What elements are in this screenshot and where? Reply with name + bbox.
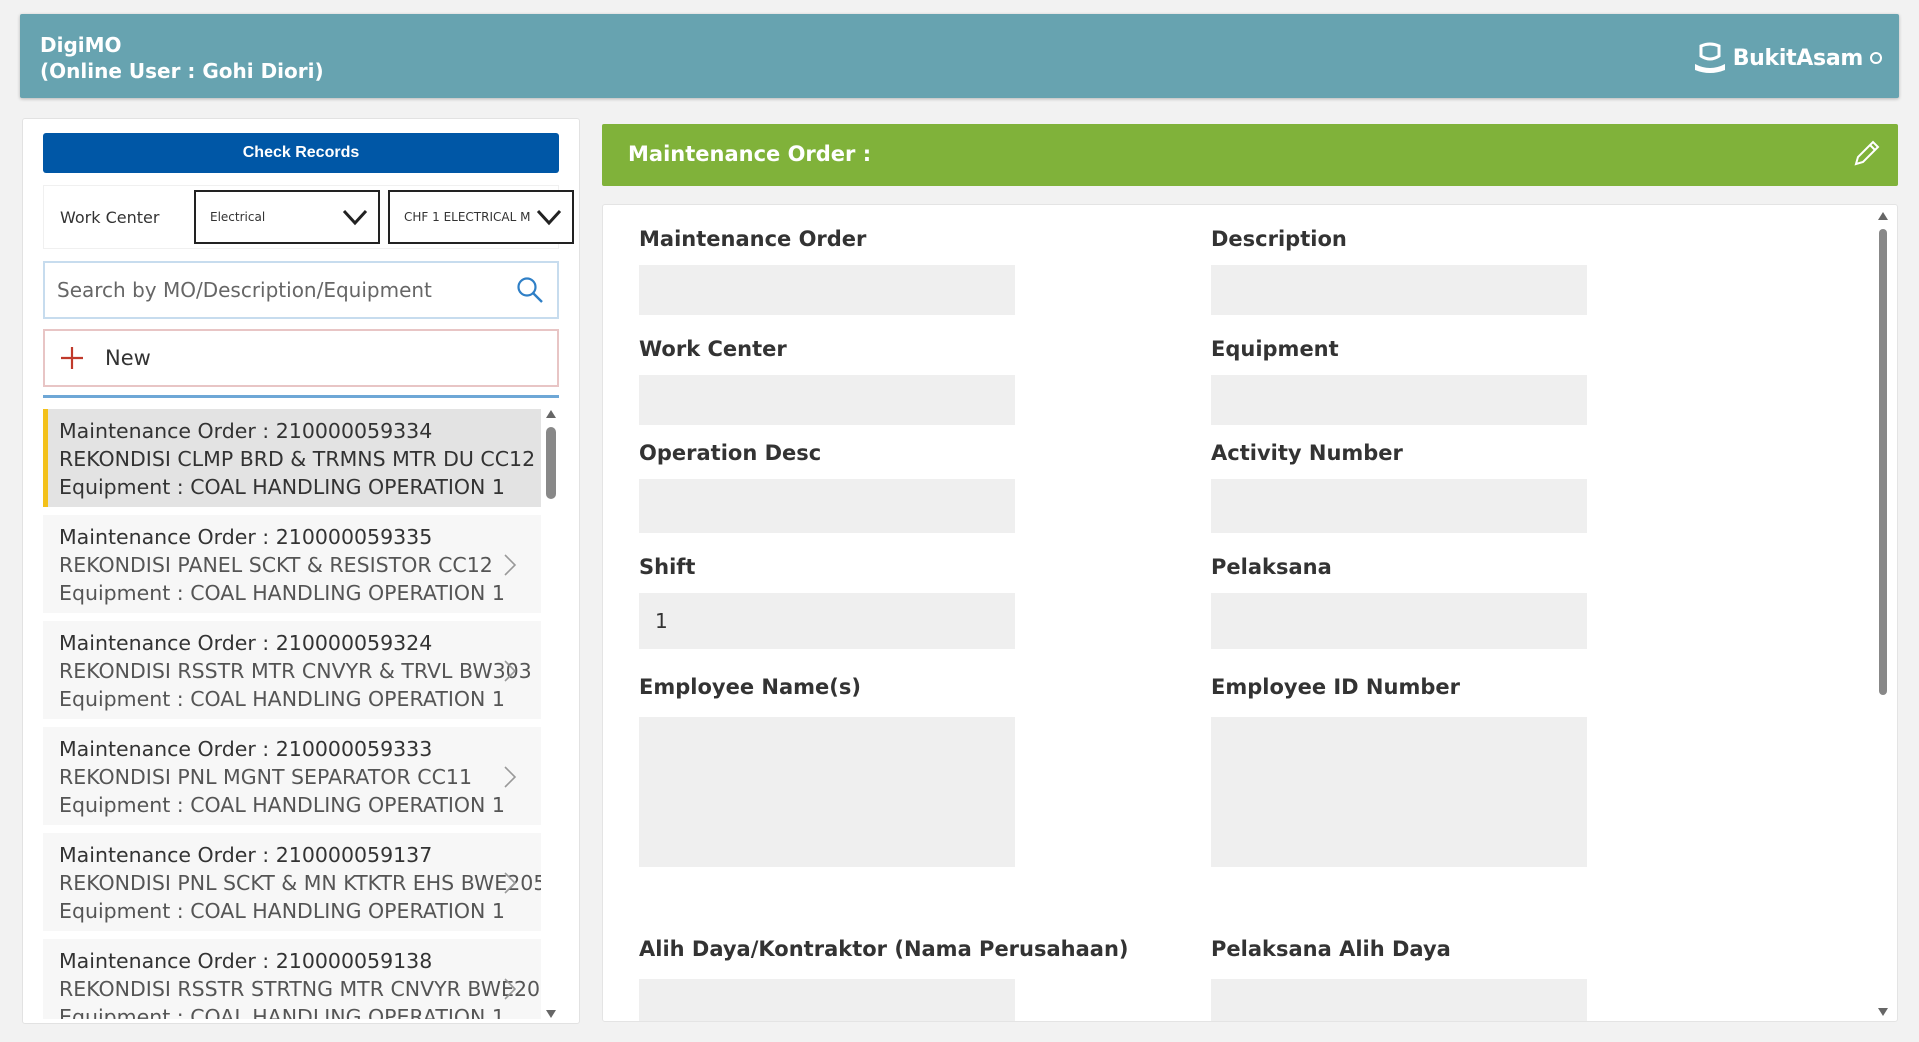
order-number: Maintenance Order : 210000059137 [59, 843, 433, 867]
pelaksana-alih-daya-label: Pelaksana Alih Daya [1211, 937, 1451, 961]
search-box [43, 261, 559, 319]
order-description: REKONDISI CLMP BRD & TRMNS MTR DU CC12 [59, 447, 536, 471]
new-order-button[interactable]: New [43, 329, 559, 387]
equipment-field[interactable] [1211, 375, 1587, 425]
employee-names-label: Employee Name(s) [639, 675, 861, 699]
work-center-sub-select[interactable]: CHF 1 ELECTRICAL M [388, 190, 574, 244]
order-number: Maintenance Order : 210000059324 [59, 631, 433, 655]
check-records-button[interactable]: Check Records [43, 133, 559, 173]
work-center-filter: Work Center Electrical CHF 1 ELECTRICAL … [43, 185, 574, 249]
pencil-icon[interactable] [1850, 138, 1882, 170]
scroll-down-icon[interactable] [1877, 1007, 1889, 1017]
order-number: Maintenance Order : 210000059138 [59, 949, 433, 973]
app-header: DigiMO (Online User : Gohi Diori) BukitA… [20, 14, 1899, 98]
brand-name: BukitAsam [1732, 45, 1864, 71]
scroll-up-icon[interactable] [545, 409, 557, 419]
chevron-down-icon [342, 209, 368, 226]
work-center-label: Work Center [60, 208, 160, 227]
order-description: REKONDISI PNL SCKT & MN KTKTR EHS BWE205 [59, 871, 541, 895]
order-number: Maintenance Order : 210000059335 [59, 525, 433, 549]
chevron-right-icon [504, 978, 517, 1000]
form-scrollbar[interactable] [1875, 211, 1891, 1017]
order-equipment: Equipment : COAL HANDLING OPERATION 1 [59, 899, 505, 923]
app-name: DigiMO [40, 33, 122, 57]
search-icon[interactable] [515, 275, 545, 305]
activity-number-label: Activity Number [1211, 441, 1403, 465]
scrollbar-thumb[interactable] [1879, 229, 1887, 695]
order-equipment: Equipment : COAL HANDLING OPERATION 1 [59, 581, 505, 605]
order-equipment: Equipment : COAL HANDLING OPERATION 1 [59, 687, 505, 711]
pelaksana-field[interactable] [1211, 593, 1587, 649]
work-center-select-value: Electrical [210, 210, 266, 224]
alih-daya-field[interactable] [639, 979, 1015, 1021]
maintenance-order-label: Maintenance Order [639, 227, 867, 251]
order-number: Maintenance Order : 210000059333 [59, 737, 433, 761]
work-center-field[interactable] [639, 375, 1015, 425]
scroll-down-icon[interactable] [545, 1009, 557, 1019]
chevron-right-icon [504, 660, 517, 682]
list-item[interactable]: Maintenance Order : 210000059138 REKONDI… [43, 939, 541, 1019]
work-center-sub-select-value: CHF 1 ELECTRICAL M [404, 210, 531, 224]
list-item[interactable]: Maintenance Order : 210000059333 REKONDI… [43, 727, 541, 825]
order-equipment: Equipment : COAL HANDLING OPERATION 1 [59, 475, 505, 499]
shift-label: Shift [639, 555, 696, 579]
operation-desc-field[interactable] [639, 479, 1015, 533]
maintenance-order-header: Maintenance Order : [602, 124, 1898, 186]
operation-desc-label: Operation Desc [639, 441, 822, 465]
scroll-up-icon[interactable] [1877, 211, 1889, 221]
equipment-label: Equipment [1211, 337, 1339, 361]
order-number: Maintenance Order : 210000059334 [59, 419, 433, 443]
scrollbar-thumb[interactable] [546, 427, 556, 499]
list-item[interactable]: Maintenance Order : 210000059334 REKONDI… [43, 409, 541, 507]
list-item[interactable]: Maintenance Order : 210000059137 REKONDI… [43, 833, 541, 931]
order-equipment: Equipment : COAL HANDLING OPERATION 1 [59, 793, 505, 817]
plus-icon [61, 347, 83, 369]
order-description: REKONDISI PANEL SCKT & RESISTOR CC12 [59, 553, 493, 577]
brand-logo: BukitAsam [1693, 40, 1883, 76]
chevron-right-icon [504, 872, 517, 894]
order-description: REKONDISI RSSTR MTR CNVYR & TRVL BW303 [59, 659, 532, 683]
order-list-scrollbar[interactable] [543, 409, 559, 1019]
app-title: DigiMO (Online User : Gohi Diori) [40, 32, 324, 84]
chevron-down-icon [536, 209, 562, 226]
chevron-right-icon [504, 766, 517, 788]
list-item[interactable]: Maintenance Order : 210000059324 REKONDI… [43, 621, 541, 719]
shift-field[interactable] [639, 593, 1015, 649]
alih-daya-label: Alih Daya/Kontraktor (Nama Perusahaan) [639, 937, 1129, 961]
maintenance-order-form: Maintenance Order Description Work Cente… [602, 204, 1898, 1022]
employee-id-field[interactable] [1211, 717, 1587, 867]
order-description: REKONDISI RSSTR STRTNG MTR CNVYR BWE205 [59, 977, 541, 1001]
description-label: Description [1211, 227, 1347, 251]
new-order-label: New [105, 346, 151, 370]
brand-mark-icon [1870, 52, 1882, 64]
page-title: Maintenance Order : [628, 142, 872, 166]
online-user: (Online User : Gohi Diori) [40, 59, 324, 83]
order-list-panel: Check Records Work Center Electrical CHF… [22, 118, 580, 1024]
activity-number-field[interactable] [1211, 479, 1587, 533]
order-equipment: Equipment : COAL HANDLING OPERATION 1 [59, 1005, 505, 1019]
description-field[interactable] [1211, 265, 1587, 315]
employee-names-field[interactable] [639, 717, 1015, 867]
maintenance-order-field[interactable] [639, 265, 1015, 315]
chevron-right-icon [504, 554, 517, 576]
list-divider [43, 395, 559, 398]
bukitasam-logo-icon [1694, 42, 1725, 73]
pelaksana-label: Pelaksana [1211, 555, 1332, 579]
search-input[interactable] [45, 263, 485, 317]
work-center-field-label: Work Center [639, 337, 787, 361]
order-description: REKONDISI PNL MGNT SEPARATOR CC11 [59, 765, 472, 789]
employee-id-label: Employee ID Number [1211, 675, 1460, 699]
pelaksana-alih-daya-field[interactable] [1211, 979, 1587, 1021]
work-center-select[interactable]: Electrical [194, 190, 380, 244]
order-list: Maintenance Order : 210000059334 REKONDI… [43, 409, 541, 1019]
list-item[interactable]: Maintenance Order : 210000059335 REKONDI… [43, 515, 541, 613]
